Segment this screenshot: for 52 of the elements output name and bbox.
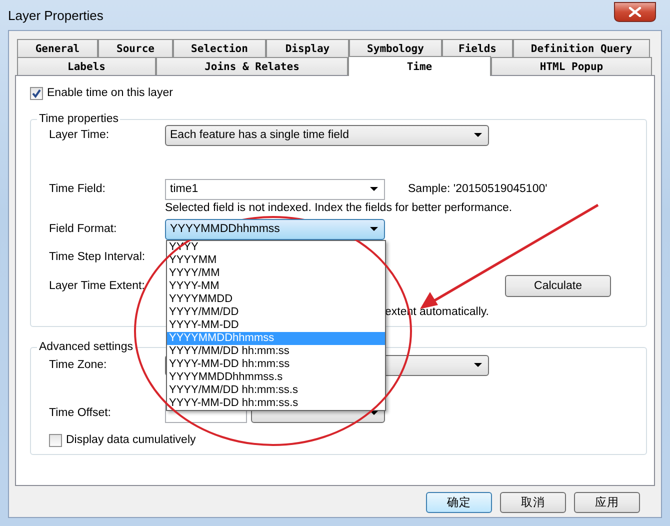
checkbox[interactable] [30,86,43,100]
tab[interactable]: Labels [17,57,156,75]
dropdown-option[interactable]: YYYY-MM-DD [167,318,385,332]
close-button[interactable] [614,2,656,22]
window-title: Layer Properties [8,8,104,22]
tab[interactable]: Definition Query [513,39,650,57]
dialog-button[interactable]: 取消 [500,492,566,513]
group-title: Time properties [37,112,120,126]
calculate-button[interactable]: Calculate [505,275,611,297]
tab[interactable]: HTML Popup [491,57,652,75]
field-label: Time Field: [49,183,106,195]
dropdown[interactable]: Each feature has a single time field [165,124,489,146]
dialog-button[interactable]: 应用 [574,492,640,513]
field-label: Layer Time Extent: [49,280,146,292]
dropdown-option[interactable]: YYYYMMDDhhmmss.s [167,370,385,384]
dropdown[interactable]: time1 [165,178,385,200]
dropdown-arrow-icon [474,133,482,137]
dropdown[interactable]: YYYYMMDDhhmmss [165,218,385,240]
dropdown-option[interactable]: YYYY/MM/DD hh:mm:ss [167,344,385,358]
sample-text: Sample: '20150519045100' [408,183,548,195]
field-label: Time Step Interval: [49,251,146,263]
tab[interactable]: Display [266,39,349,57]
tab[interactable]: Selection [173,39,266,57]
tab[interactable]: General [17,39,98,57]
close-icon [629,7,641,17]
tab[interactable]: Time [348,56,491,76]
checkbox-label: Enable time on this layer [47,87,173,99]
dropdown-option[interactable]: YYYY/MM/DD [167,306,385,318]
tab[interactable]: Fields [442,39,513,57]
dropdown-option[interactable]: YYYYMM [167,254,385,266]
checkbox-label: Display data cumulatively [66,434,196,446]
dropdown-option[interactable]: YYYY/MM/DD hh:mm:ss.s [167,384,385,396]
field-label: Layer Time: [49,129,110,141]
dropdown-option[interactable]: YYYYMMDD [167,292,385,306]
checkbox[interactable] [49,434,62,446]
dropdown-arrow-icon [370,410,378,414]
tab[interactable]: Source [98,39,173,57]
dropdown-option[interactable]: YYYY-MM [167,280,385,292]
dropdown-arrow-icon [370,227,378,231]
field-label: Time Zone: [49,359,108,371]
group-title: Advanced settings [37,340,135,354]
dialog-button[interactable]: 确定 [426,492,492,513]
dropdown-arrow-icon [474,363,482,367]
dropdown-option[interactable]: YYYY-MM-DD hh:mm:ss [167,358,385,370]
tab[interactable]: Joins & Relates [156,57,348,75]
tab[interactable]: Symbology [349,39,442,57]
hint-text: Selected field is not indexed. Index the fields for better performance. [165,202,512,214]
field-label: Field Format: [49,223,118,235]
field-label: Time Offset: [49,406,112,418]
dropdown-option[interactable]: YYYY/MM [167,266,385,280]
dropdown-arrow-icon [370,187,378,191]
dropdown-option[interactable]: YYYY-MM-DD hh:mm:ss.s [167,396,385,410]
